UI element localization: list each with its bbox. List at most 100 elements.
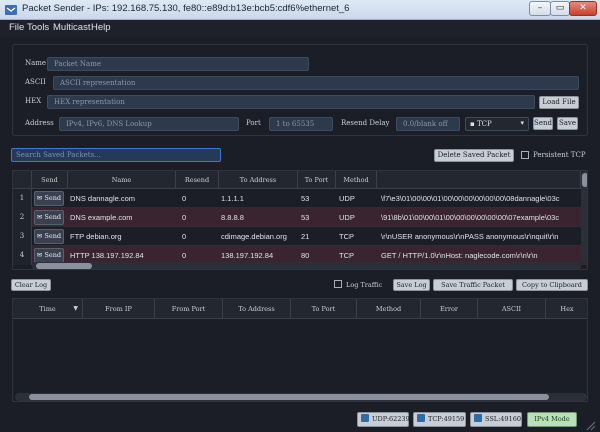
row-send-button[interactable]: ✉ Send [34, 191, 64, 206]
row-send-button[interactable]: ✉ Send [34, 248, 64, 263]
ssl-port-label: SSL:49160 [485, 415, 521, 423]
cell-method: UDP [339, 213, 355, 222]
cell-resend: 0 [182, 194, 187, 203]
log-traffic-checkbox[interactable] [334, 280, 342, 288]
search-saved-packets-input[interactable]: Search Saved Packets... [11, 148, 221, 162]
row-number: 2 [13, 208, 32, 227]
row-send-button[interactable]: ✉ Send [34, 229, 64, 244]
cell-name: FTP debian.org [70, 232, 122, 241]
vertical-scroll-thumb[interactable] [582, 173, 587, 187]
copy-to-clipboard-button[interactable]: Copy to Clipboard [516, 279, 588, 291]
log-column-header-hex[interactable]: Hex [546, 299, 587, 319]
cell-to-port: 53 [301, 213, 310, 222]
log-horizontal-scroll-thumb[interactable] [29, 394, 549, 400]
log-column-header-ascii[interactable]: ASCII [478, 299, 546, 319]
title-bar: Packet Sender - IPs: 192.168.75.130, fe8… [0, 0, 600, 20]
load-file-button[interactable]: Load File [539, 96, 579, 109]
cell-method: UDP [339, 194, 355, 203]
vertical-scrollbar[interactable] [581, 171, 587, 263]
protocol-select[interactable]: ▪ TCP ▾ [465, 117, 529, 131]
delete-saved-packet-button[interactable]: Delete Saved Packet [434, 149, 514, 162]
column-header-to-port[interactable]: To Port [298, 171, 336, 189]
log-horizontal-scrollbar[interactable] [15, 393, 587, 401]
log-traffic-label: Log Traffic [346, 281, 383, 289]
resize-grip-icon[interactable] [586, 421, 596, 431]
port-label: Port [246, 119, 261, 127]
cell-resend: 0 [182, 232, 187, 241]
app-icon [5, 5, 17, 15]
log-column-header-from-port[interactable]: From Port [155, 299, 223, 319]
column-header-name[interactable]: Name [68, 171, 176, 189]
table-row[interactable]: 1 ✉ Send DNS dannagle.com 0 1.1.1.1 53 U… [13, 189, 587, 208]
log-column-time-label: Time [39, 305, 56, 313]
protocol-icon: ▪ [470, 120, 477, 128]
column-header-method[interactable]: Method [336, 171, 377, 189]
name-input[interactable]: Packet Name [47, 57, 309, 71]
menu-help[interactable]: Help [91, 22, 111, 33]
row-send-label: Send [44, 232, 62, 240]
menu-multicast[interactable]: Multicast [53, 22, 90, 33]
row-send-label: Send [44, 251, 62, 259]
row-send-label: Send [44, 194, 62, 202]
cell-name: DNS dannagle.com [70, 194, 136, 203]
save-log-button[interactable]: Save Log [393, 279, 430, 291]
address-input[interactable]: IPv4, IPv6, DNS Lookup [59, 117, 239, 131]
menu-tools[interactable]: Tools [27, 22, 49, 33]
column-header-resend[interactable]: Resend [176, 171, 219, 189]
row-number: 3 [13, 227, 32, 246]
save-button[interactable]: Save [557, 117, 578, 130]
udp-icon [361, 414, 369, 422]
column-header-send[interactable]: Send [32, 171, 68, 189]
column-header-to-address[interactable]: To Address [219, 171, 298, 189]
column-header-data[interactable] [377, 171, 581, 189]
close-button[interactable]: ✕ [569, 1, 597, 16]
tcp-port-status[interactable]: TCP:49159 [413, 412, 466, 427]
log-column-header-to-port[interactable]: To Port [291, 299, 357, 319]
table-corner [13, 171, 32, 189]
maximize-button[interactable]: ▭ [550, 1, 570, 16]
packet-editor: Name Packet Name ASCII ASCII representat… [12, 44, 588, 136]
minimize-button[interactable]: – [529, 1, 551, 16]
persistent-tcp-checkbox[interactable] [521, 151, 529, 159]
port-input[interactable]: 1 to 65535 [269, 117, 333, 131]
row-number: 4 [13, 246, 32, 265]
ssl-port-status[interactable]: SSL:49160 [470, 412, 522, 427]
table-row[interactable]: 3 ✉ Send FTP debian.org 0 cdimage.debian… [13, 227, 587, 246]
saved-packets-table: Send Name Resend To Address To Port Meth… [12, 170, 588, 270]
persistent-tcp-label: Persistent TCP [533, 151, 586, 159]
cell-method: TCP [339, 232, 354, 241]
send-button[interactable]: Send [533, 117, 553, 130]
address-label: Address [25, 119, 54, 127]
save-traffic-packet-button[interactable]: Save Traffic Packet [433, 279, 513, 291]
clear-log-button[interactable]: Clear Log [11, 279, 51, 291]
cell-resend: 0 [182, 213, 187, 222]
menu-file[interactable]: File [9, 22, 24, 33]
horizontal-scrollbar[interactable] [32, 262, 581, 269]
udp-port-label: UDP:62239 [372, 415, 410, 423]
sort-down-icon: ▼ [73, 305, 78, 312]
resend-delay-input[interactable]: 0.0/blank off [396, 117, 460, 131]
log-column-header-method[interactable]: Method [357, 299, 421, 319]
row-send-button[interactable]: ✉ Send [34, 210, 64, 225]
log-column-header-time[interactable]: Time ▼ [13, 299, 83, 319]
log-column-header-error[interactable]: Error [421, 299, 478, 319]
cell-name: DNS example.com [70, 213, 133, 222]
ipv4-mode-status[interactable]: IPv4 Mode [527, 412, 577, 427]
cell-to-address: 1.1.1.1 [221, 194, 244, 203]
cell-to-address: cdimage.debian.org [221, 232, 287, 241]
udp-port-status[interactable]: UDP:62239 [357, 412, 410, 427]
cell-to-address: 8.8.8.8 [221, 213, 244, 222]
log-column-header-from-ip[interactable]: From IP [83, 299, 155, 319]
cell-to-port: 53 [301, 194, 310, 203]
ascii-input[interactable]: ASCII representation [53, 76, 579, 90]
table-row[interactable]: 2 ✉ Send DNS example.com 0 8.8.8.8 53 UD… [13, 208, 587, 227]
hex-input[interactable]: HEX representation [47, 95, 535, 109]
hex-label: HEX [25, 97, 42, 105]
log-column-header-to-address[interactable]: To Address [223, 299, 291, 319]
tcp-icon [417, 414, 425, 422]
cell-to-port: 21 [301, 232, 310, 241]
cell-data: \r\nUSER anonymous\r\nPASS anonymous\r\n… [381, 232, 559, 241]
ssl-icon [474, 414, 482, 422]
horizontal-scroll-thumb[interactable] [36, 263, 92, 269]
status-bar: UDP:62239 TCP:49159 SSL:49160 IPv4 Mode [0, 408, 600, 432]
